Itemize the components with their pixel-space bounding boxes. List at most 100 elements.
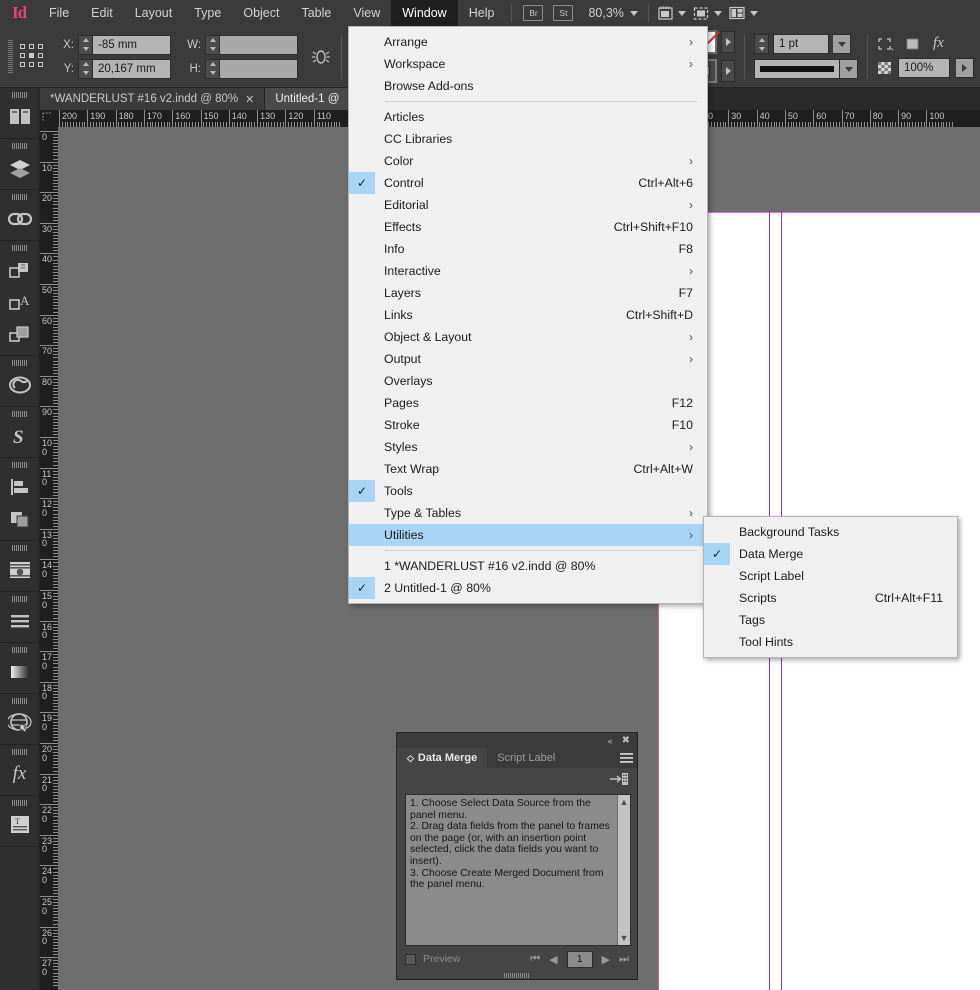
menu-layout[interactable]: Layout: [124, 0, 184, 26]
close-icon[interactable]: ✖: [622, 735, 630, 746]
view-options-chevron-icon[interactable]: [713, 10, 722, 16]
bridge-icon[interactable]: Br: [523, 5, 544, 21]
object-layout-icon[interactable]: [3, 318, 37, 350]
document-tab-untitled[interactable]: Untitled-1 @: [265, 88, 351, 110]
screen-mode-icon[interactable]: [658, 6, 675, 21]
opacity-field[interactable]: 100%: [898, 58, 950, 78]
paragraph-styles-icon[interactable]: A: [3, 286, 37, 318]
arrange-documents-icon[interactable]: [729, 6, 747, 20]
opacity-slider-arrow-icon[interactable]: [956, 58, 974, 78]
cc-libraries-icon[interactable]: [3, 369, 37, 401]
panel-grip-11[interactable]: [11, 698, 28, 704]
overlays-icon[interactable]: [3, 707, 37, 739]
last-record-icon[interactable]: ⏭: [619, 953, 629, 966]
pathfinder-icon[interactable]: [3, 503, 37, 535]
control-bar-grip[interactable]: [8, 39, 13, 74]
arrange-chevron-icon[interactable]: [749, 10, 758, 16]
ruler-corner[interactable]: [40, 110, 58, 127]
stroke-style-chevron-down-icon[interactable]: [840, 59, 858, 79]
menu-item-utilities[interactable]: Utilities ›: [349, 524, 707, 546]
collapse-icon[interactable]: «: [608, 736, 613, 746]
screen-mode-chevron-icon[interactable]: [677, 10, 686, 16]
tab-script-label[interactable]: Script Label: [487, 748, 565, 768]
menu-view[interactable]: View: [342, 0, 391, 26]
text-frame-icon[interactable]: T: [3, 809, 37, 841]
menu-item-articles[interactable]: Articles: [349, 106, 707, 128]
h-field[interactable]: [220, 58, 298, 79]
menu-item-workspace[interactable]: Workspace ›: [349, 53, 707, 75]
submenu-item-data-merge[interactable]: ✓ Data Merge: [704, 543, 957, 565]
submenu-item-script-label[interactable]: Script Label: [704, 565, 957, 587]
y-field[interactable]: 20,167 mm: [93, 58, 171, 79]
menu-table[interactable]: Table: [290, 0, 342, 26]
links-panel-icon[interactable]: [3, 203, 37, 235]
first-record-icon[interactable]: ⏮: [530, 953, 540, 966]
utilities-submenu[interactable]: Background Tasks ✓ Data Merge Script Label S…: [703, 516, 958, 658]
tab-data-merge[interactable]: ◇ Data Merge: [397, 748, 488, 768]
menu-item-tools[interactable]: ✓ Tools: [349, 480, 707, 502]
menu-item-text-wrap[interactable]: Text Wrap Ctrl+Alt+W: [349, 458, 707, 480]
window-menu-dropdown[interactable]: Arrange › Workspace › Browse Add-ons Articles…: [348, 26, 708, 604]
menu-item-effects[interactable]: Effects Ctrl+Shift+F10: [349, 216, 707, 238]
record-number-field[interactable]: 1: [566, 950, 593, 968]
panel-grip-13[interactable]: [11, 800, 28, 806]
panel-grip[interactable]: [11, 92, 28, 98]
panel-menu-icon[interactable]: [615, 748, 637, 768]
stroke-weight-chevron-down-icon[interactable]: [833, 34, 851, 54]
menu-type[interactable]: Type: [183, 0, 232, 26]
preview-checkbox[interactable]: [405, 953, 416, 965]
scroll-up-icon[interactable]: ▲: [620, 797, 629, 807]
h-stepper[interactable]: [205, 58, 220, 79]
menu-item-2-untitled-1-80[interactable]: ✓ 2 Untitled-1 @ 80%: [349, 577, 707, 599]
effects-icon[interactable]: fx: [3, 758, 37, 790]
reference-point-selector[interactable]: [20, 43, 46, 70]
menu-item-browse-add-ons[interactable]: Browse Add-ons: [349, 75, 707, 97]
menu-window[interactable]: Window: [391, 0, 458, 26]
effects-fx-icon[interactable]: fx: [933, 35, 944, 52]
panel-grip-6[interactable]: [11, 411, 28, 417]
menu-item-stroke[interactable]: Stroke F10: [349, 414, 707, 436]
submenu-item-tags[interactable]: Tags: [704, 609, 957, 631]
panel-grip-4[interactable]: [11, 245, 28, 251]
stroke-weight-stepper[interactable]: [754, 34, 769, 54]
y-stepper[interactable]: [78, 58, 93, 79]
menu-item-1-wanderlust-16-v2-indd-80[interactable]: 1 *WANDERLUST #16 v2.indd @ 80%: [349, 555, 707, 577]
x-field[interactable]: -85 mm: [93, 34, 171, 55]
stock-icon[interactable]: S: [3, 420, 37, 452]
menu-object[interactable]: Object: [232, 0, 290, 26]
layers-panel-icon[interactable]: [3, 152, 37, 184]
submenu-item-scripts[interactable]: Scripts Ctrl+Alt+F11: [704, 587, 957, 609]
submenu-item-background-tasks[interactable]: Background Tasks: [704, 521, 957, 543]
panel-grip-8[interactable]: [11, 545, 28, 551]
menu-item-overlays[interactable]: Overlays: [349, 370, 707, 392]
zoom-chevron-down-icon[interactable]: [629, 10, 638, 16]
stroke-style-preview[interactable]: [754, 59, 840, 79]
menu-item-type-tables[interactable]: Type & Tables ›: [349, 502, 707, 524]
next-record-icon[interactable]: ▶: [602, 953, 610, 966]
menu-item-cc-libraries[interactable]: CC Libraries: [349, 128, 707, 150]
stroke-weight-field[interactable]: 1 pt: [773, 34, 829, 54]
vertical-ruler[interactable]: 0 10 20 30 40 50 60 70 80 90 100 110 120 130 140 150 160…: [40, 127, 58, 990]
panel-grip-9[interactable]: [11, 596, 28, 602]
menu-item-output[interactable]: Output ›: [349, 348, 707, 370]
select-data-source-icon[interactable]: [609, 772, 629, 786]
constrain-proportions-icon[interactable]: [310, 46, 332, 68]
menu-item-arrange[interactable]: Arrange ›: [349, 31, 707, 53]
submenu-item-tool-hints[interactable]: Tool Hints: [704, 631, 957, 653]
scroll-down-icon[interactable]: ▼: [620, 933, 629, 943]
panel-grip-3[interactable]: [11, 194, 28, 200]
object-styles-icon[interactable]: [3, 254, 37, 286]
previous-record-icon[interactable]: ◀: [549, 953, 557, 966]
stroke-swatch-dropdown[interactable]: [721, 31, 735, 53]
data-merge-panel[interactable]: « ✖ ◇ Data Merge Script Label 1. Choose …: [396, 732, 638, 980]
data-merge-scrollbar[interactable]: ▲ ▼: [617, 795, 630, 945]
menu-item-editorial[interactable]: Editorial ›: [349, 194, 707, 216]
w-field[interactable]: [220, 34, 298, 55]
menu-item-control[interactable]: ✓ Control Ctrl+Alt+6: [349, 172, 707, 194]
panel-grip-7[interactable]: [11, 462, 28, 468]
menu-item-object-layout[interactable]: Object & Layout ›: [349, 326, 707, 348]
panel-resize-grip[interactable]: [397, 972, 637, 979]
document-tab-wanderlust[interactable]: *WANDERLUST #16 v2.indd @ 80% ✕: [40, 88, 266, 110]
frame-fitting-icon[interactable]: [905, 37, 921, 51]
zoom-level-value[interactable]: 80,3%: [588, 6, 623, 20]
